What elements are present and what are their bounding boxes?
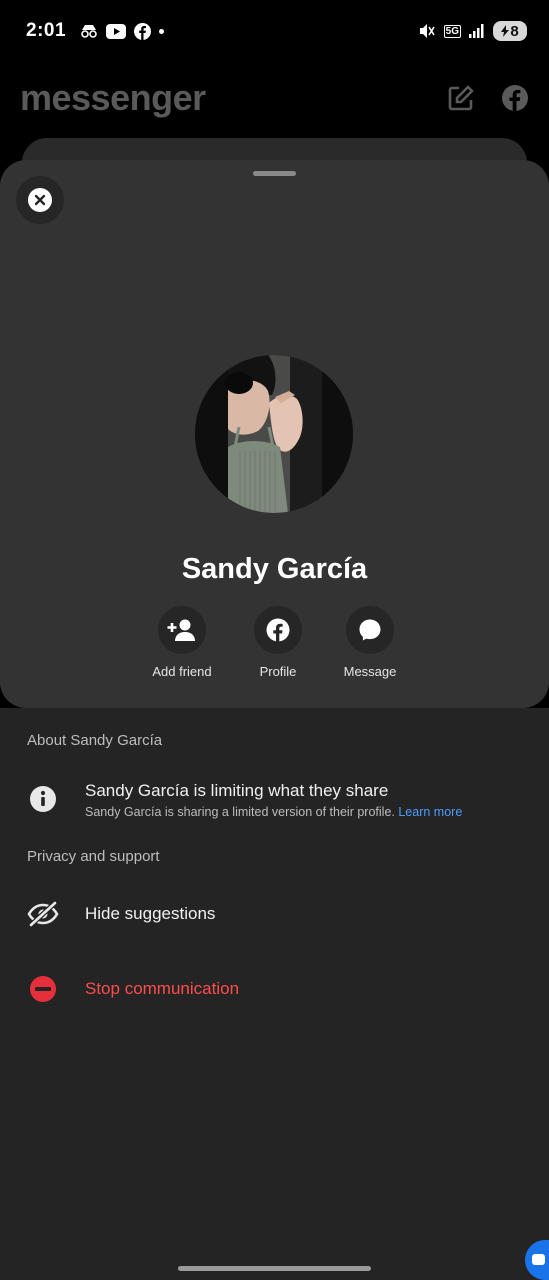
app-title: messenger	[20, 77, 206, 118]
compose-icon[interactable]	[447, 84, 475, 112]
profile-photo	[195, 355, 353, 513]
hide-suggestions-label: Hide suggestions	[85, 904, 216, 923]
message-label: Message	[343, 664, 397, 679]
info-subtitle: Sandy García is sharing a limited versio…	[85, 805, 395, 819]
facebook-icon	[266, 618, 290, 642]
messenger-header: messenger	[20, 68, 529, 128]
block-icon	[30, 976, 56, 1002]
add-friend-button[interactable]: Add friend	[132, 606, 232, 679]
message-bubble-icon	[359, 619, 381, 641]
signal-icon	[469, 24, 484, 38]
limited-profile-info: Sandy García is limiting what they share…	[0, 781, 549, 831]
facebook-app-icon[interactable]	[501, 84, 529, 112]
hide-suggestions-row[interactable]: Hide suggestions	[0, 898, 549, 932]
notification-icons	[80, 22, 165, 40]
charging-icon	[501, 25, 510, 37]
message-button[interactable]: Message	[320, 606, 420, 679]
mute-icon	[419, 24, 435, 38]
incognito-icon	[81, 25, 97, 38]
eye-off-icon	[27, 901, 59, 927]
network-type: 5G	[443, 24, 461, 38]
stop-communication-row[interactable]: Stop communication	[0, 973, 549, 1007]
profile-label: Profile	[259, 664, 297, 679]
battery-level: 8	[510, 22, 519, 40]
system-icons: 5G 8	[418, 21, 527, 41]
profile-name: Sandy García	[181, 553, 368, 585]
status-time: 2:01	[26, 20, 67, 41]
profile-card: Sandy García Add friend Profile Message	[0, 160, 549, 708]
add-friend-icon	[167, 619, 195, 641]
youtube-icon	[106, 23, 127, 39]
learn-more-link[interactable]: Learn more	[398, 805, 462, 819]
more-notifications-dot	[159, 28, 165, 34]
stop-communication-label: Stop communication	[85, 979, 240, 998]
close-icon	[34, 194, 46, 206]
info-title: Sandy García is limiting what they share	[85, 781, 389, 800]
chat-head-icon	[532, 1254, 545, 1265]
info-icon	[30, 786, 56, 812]
battery-indicator: 8	[493, 21, 527, 41]
home-indicator[interactable]	[178, 1266, 371, 1271]
privacy-heading: Privacy and support	[27, 848, 160, 865]
status-bar: 2:01 5G 8	[0, 0, 549, 62]
profile-details-sheet: About Sandy García Sandy García is limit…	[0, 708, 549, 1280]
close-button[interactable]	[16, 176, 64, 224]
floating-chat-bubble[interactable]	[525, 1240, 549, 1280]
add-friend-label: Add friend	[152, 664, 212, 679]
about-heading: About Sandy García	[27, 732, 163, 749]
facebook-notif-icon	[134, 22, 152, 40]
drag-handle[interactable]	[253, 171, 296, 176]
profile-button[interactable]: Profile	[228, 606, 328, 679]
avatar[interactable]	[195, 355, 353, 513]
